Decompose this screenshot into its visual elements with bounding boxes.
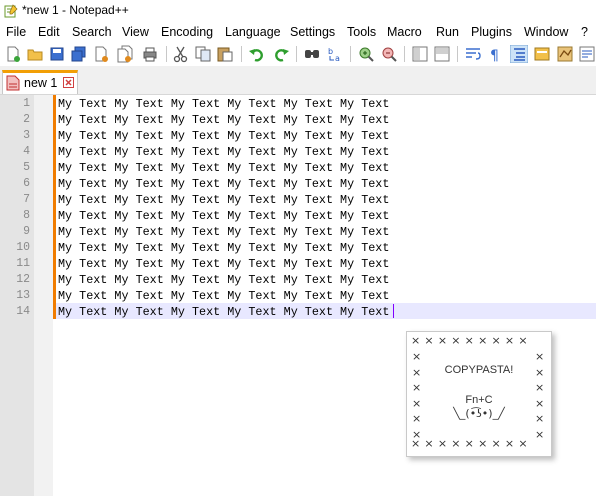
menu-language[interactable]: Language — [225, 25, 281, 39]
popup-title: COPYPASTA! — [444, 364, 514, 376]
popup-border-bottom: ××××××××× — [411, 437, 532, 450]
line-number: 10 — [16, 241, 30, 254]
menu-file[interactable]: File — [6, 25, 26, 39]
copypasta-popup: ××××××××× ××××××××× × × × × × × × × × × … — [406, 331, 552, 457]
code-line[interactable]: My Text My Text My Text My Text My Text … — [58, 112, 389, 128]
popup-face: ╲_(•͡ʖ•)_╱ — [453, 407, 505, 420]
toolbar-separator — [166, 46, 167, 62]
toolbar-separator — [241, 46, 242, 62]
code-line[interactable]: My Text My Text My Text My Text My Text … — [58, 208, 389, 224]
line-number: 3 — [23, 129, 30, 142]
code-line[interactable]: My Text My Text My Text My Text My Text … — [58, 96, 389, 112]
tab-label: new 1 — [24, 76, 58, 90]
line-number: 12 — [16, 273, 30, 286]
toolbar-separator — [296, 46, 297, 62]
redo-icon[interactable] — [272, 45, 290, 63]
menu-bar: File Edit Search View Encoding Language … — [0, 22, 596, 42]
print-icon[interactable] — [141, 45, 159, 63]
toolbar-separator — [350, 46, 351, 62]
menu-window[interactable]: Window — [524, 25, 568, 39]
close-file-icon[interactable] — [92, 45, 110, 63]
cut-icon[interactable] — [172, 45, 190, 63]
svg-text:¶: ¶ — [490, 48, 499, 63]
line-number: 14 — [16, 305, 30, 318]
line-number: 2 — [23, 113, 30, 126]
toolbar-separator — [457, 46, 458, 62]
code-line[interactable]: My Text My Text My Text My Text My Text … — [58, 128, 389, 144]
undo-icon[interactable] — [248, 45, 266, 63]
window-title: *new 1 - Notepad++ — [22, 3, 129, 17]
sync-horizontal-icon[interactable] — [433, 45, 451, 63]
line-number: 5 — [23, 161, 30, 174]
code-line[interactable]: My Text My Text My Text My Text My Text … — [58, 192, 389, 208]
notepadpp-logo-icon — [4, 4, 18, 18]
menu-run[interactable]: Run — [436, 25, 459, 39]
fold-margin[interactable] — [34, 95, 53, 496]
menu-search[interactable]: Search — [72, 25, 112, 39]
code-line[interactable]: My Text My Text My Text My Text My Text … — [58, 240, 389, 256]
code-line[interactable]: My Text My Text My Text My Text My Text … — [58, 288, 389, 304]
tab-new-1[interactable]: new 1 — [2, 70, 78, 94]
function-list-icon[interactable] — [578, 45, 596, 63]
word-wrap-icon[interactable] — [464, 45, 482, 63]
save-all-icon[interactable] — [70, 45, 88, 63]
code-line[interactable]: My Text My Text My Text My Text My Text … — [58, 272, 389, 288]
replace-icon[interactable]: ba — [326, 45, 344, 63]
toolbar: ba ¶ — [0, 42, 596, 66]
document-map-icon[interactable] — [556, 45, 574, 63]
toolbar-separator — [404, 46, 405, 62]
code-line[interactable]: My Text My Text My Text My Text My Text … — [58, 144, 389, 160]
line-number: 11 — [16, 257, 30, 270]
zoom-out-icon[interactable] — [380, 45, 398, 63]
tab-bar: new 1 — [0, 66, 596, 95]
line-number: 4 — [23, 145, 30, 158]
line-number: 1 — [23, 97, 30, 110]
code-line[interactable]: My Text My Text My Text My Text My Text … — [58, 224, 389, 240]
popup-border-top: ××××××××× — [411, 334, 532, 347]
copy-icon[interactable] — [194, 45, 212, 63]
close-icon[interactable] — [63, 77, 74, 88]
find-icon[interactable] — [303, 45, 321, 63]
menu-help[interactable]: ? — [581, 25, 588, 39]
line-number: 7 — [23, 193, 30, 206]
save-icon[interactable] — [48, 45, 66, 63]
menu-edit[interactable]: Edit — [38, 25, 60, 39]
line-number: 13 — [16, 289, 30, 302]
change-history-bar — [53, 95, 56, 319]
code-line[interactable]: My Text My Text My Text My Text My Text … — [58, 256, 389, 272]
line-number: 9 — [23, 225, 30, 238]
code-line[interactable]: My Text My Text My Text My Text My Text … — [58, 304, 389, 320]
user-defined-language-icon[interactable] — [533, 45, 551, 63]
line-number: 8 — [23, 209, 30, 222]
menu-view[interactable]: View — [122, 25, 149, 39]
unsaved-file-icon — [6, 75, 20, 91]
code-line[interactable]: My Text My Text My Text My Text My Text … — [58, 160, 389, 176]
new-file-icon[interactable] — [4, 45, 22, 63]
line-number-gutter: 1 2 3 4 5 6 7 8 9 10 11 12 13 14 — [0, 95, 34, 496]
menu-settings[interactable]: Settings — [290, 25, 335, 39]
popup-shortcut: Fn+C — [465, 394, 493, 406]
line-number: 6 — [23, 177, 30, 190]
title-bar: *new 1 - Notepad++ — [0, 0, 596, 22]
indent-guide-icon[interactable] — [510, 45, 528, 63]
close-all-icon[interactable] — [116, 45, 134, 63]
show-all-characters-icon[interactable]: ¶ — [486, 45, 504, 63]
menu-macro[interactable]: Macro — [387, 25, 422, 39]
svg-text:b: b — [328, 47, 333, 56]
paste-icon[interactable] — [216, 45, 234, 63]
text-caret — [393, 304, 394, 318]
menu-plugins[interactable]: Plugins — [471, 25, 512, 39]
zoom-in-icon[interactable] — [357, 45, 375, 63]
menu-tools[interactable]: Tools — [347, 25, 376, 39]
menu-encoding[interactable]: Encoding — [161, 25, 213, 39]
code-line[interactable]: My Text My Text My Text My Text My Text … — [58, 176, 389, 192]
svg-text:a: a — [335, 54, 340, 63]
open-file-icon[interactable] — [26, 45, 44, 63]
sync-vertical-icon[interactable] — [411, 45, 429, 63]
